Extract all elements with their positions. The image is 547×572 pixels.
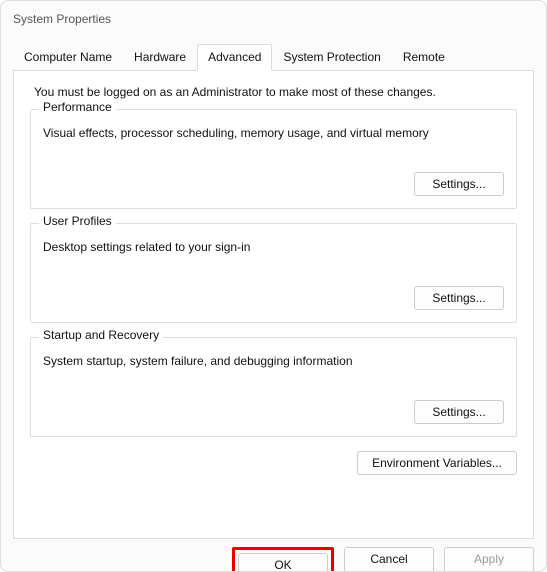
ok-button[interactable]: OK — [238, 553, 328, 572]
dialog-button-row: OK Cancel Apply — [13, 547, 534, 572]
performance-group-title: Performance — [39, 100, 116, 114]
environment-variables-row: Environment Variables... — [30, 451, 517, 475]
startup-recovery-desc: System startup, system failure, and debu… — [43, 354, 504, 368]
startup-recovery-group-body: System startup, system failure, and debu… — [43, 354, 504, 424]
user-profiles-group: User Profiles Desktop settings related t… — [30, 223, 517, 323]
tab-strip: Computer Name Hardware Advanced System P… — [13, 43, 534, 71]
ok-highlight-box: OK — [232, 547, 334, 572]
startup-recovery-group: Startup and Recovery System startup, sys… — [30, 337, 517, 437]
admin-notice-text: You must be logged on as an Administrato… — [34, 85, 517, 99]
tab-hardware[interactable]: Hardware — [123, 44, 197, 71]
performance-desc: Visual effects, processor scheduling, me… — [43, 126, 504, 140]
window-title: System Properties — [13, 12, 111, 26]
user-profiles-desc: Desktop settings related to your sign-in — [43, 240, 504, 254]
close-icon[interactable] — [510, 12, 534, 26]
user-profiles-settings-button[interactable]: Settings... — [414, 286, 504, 310]
performance-group: Performance Visual effects, processor sc… — [30, 109, 517, 209]
user-profiles-group-title: User Profiles — [39, 214, 116, 228]
performance-group-body: Visual effects, processor scheduling, me… — [43, 126, 504, 196]
tab-remote[interactable]: Remote — [392, 44, 456, 71]
startup-recovery-settings-button[interactable]: Settings... — [414, 400, 504, 424]
titlebar: System Properties — [1, 1, 546, 37]
tab-computer-name[interactable]: Computer Name — [13, 44, 123, 71]
startup-recovery-group-title: Startup and Recovery — [39, 328, 163, 342]
advanced-tab-panel: You must be logged on as an Administrato… — [13, 71, 534, 539]
tab-system-protection[interactable]: System Protection — [272, 44, 391, 71]
user-profiles-group-body: Desktop settings related to your sign-in… — [43, 240, 504, 310]
environment-variables-button[interactable]: Environment Variables... — [357, 451, 517, 475]
apply-button[interactable]: Apply — [444, 547, 534, 572]
cancel-button[interactable]: Cancel — [344, 547, 434, 572]
performance-settings-button[interactable]: Settings... — [414, 172, 504, 196]
tab-advanced[interactable]: Advanced — [197, 44, 272, 71]
system-properties-window: System Properties Computer Name Hardware… — [0, 0, 547, 572]
